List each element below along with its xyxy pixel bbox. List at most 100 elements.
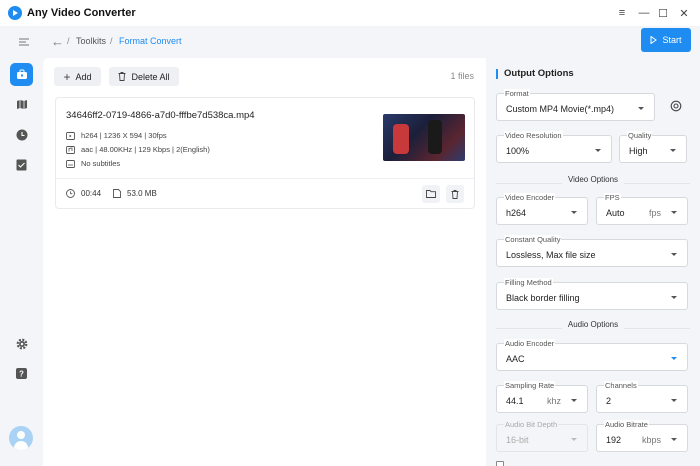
title-bar: Any Video Converter ≡ — ☐ ✕: [0, 0, 700, 26]
chevron-down-icon: [571, 211, 577, 214]
breadcrumb-separator: /: [67, 36, 70, 46]
minimize-button[interactable]: —: [636, 5, 652, 21]
chevron-down-icon: [671, 357, 677, 360]
breadcrumb-current: Format Convert: [119, 36, 182, 46]
fps-unit: fps: [649, 208, 662, 218]
left-rail: ?: [0, 26, 43, 466]
duration: 00:44: [66, 189, 101, 198]
file-icon: [113, 189, 121, 198]
back-arrow-icon[interactable]: ←: [51, 34, 64, 49]
format-label: Format: [504, 89, 530, 98]
quality-select[interactable]: Quality High: [619, 131, 687, 163]
svg-text:?: ?: [19, 370, 24, 379]
sampling-rate-select[interactable]: Sampling Rate 44.1 khz: [496, 381, 588, 413]
add-label: Add: [75, 71, 92, 82]
chevron-down-icon: [571, 399, 577, 402]
plus-icon: +: [63, 69, 71, 84]
chevron-down-icon: [671, 296, 677, 299]
format-settings-icon[interactable]: [669, 99, 683, 113]
add-button[interactable]: + Add: [54, 67, 101, 86]
file-card[interactable]: 34646ff2-0719-4866-a7d0-fffbe7d538ca.mp4…: [55, 97, 475, 209]
audio-bitrate-select[interactable]: Audio Bitrate 192 kbps: [596, 420, 688, 452]
video-encoder-label: Video Encoder: [504, 193, 556, 202]
settings-icon[interactable]: [10, 332, 33, 355]
constant-quality-select[interactable]: Constant Quality Lossless, Max file size: [496, 235, 688, 267]
audio-info-row: aac | 48.00KHz | 129 Kbps | 2(English): [66, 145, 210, 154]
help-icon[interactable]: ?: [10, 362, 33, 385]
start-button[interactable]: Start: [641, 28, 691, 52]
video-encoder-select[interactable]: Video Encoder h264: [496, 193, 588, 225]
filling-method-label: Filling Method: [504, 278, 553, 287]
open-folder-button[interactable]: [422, 185, 440, 203]
constant-quality-label: Constant Quality: [504, 235, 562, 244]
chevron-down-icon: [671, 211, 677, 214]
clock-icon[interactable]: [10, 123, 33, 146]
audio-options-heading: Audio Options: [486, 320, 700, 329]
chevron-down-icon: [671, 438, 677, 441]
trash-icon: [451, 189, 459, 199]
duration-value: 00:44: [81, 189, 102, 198]
sampling-rate-label: Sampling Rate: [504, 381, 556, 390]
breadcrumb-toolkits[interactable]: Toolkits: [76, 36, 106, 46]
breadcrumb-separator: /: [110, 36, 113, 46]
sampling-rate-unit: khz: [547, 396, 562, 406]
toolbox-icon[interactable]: [10, 63, 33, 86]
delete-all-button[interactable]: Delete All: [109, 67, 179, 86]
fps-select[interactable]: FPS Auto fps: [596, 193, 688, 225]
map-icon[interactable]: [10, 93, 33, 116]
subtitle-icon: [66, 159, 75, 168]
audio-bit-depth-label: Audio Bit Depth: [504, 420, 559, 429]
chevron-down-icon: [571, 438, 577, 441]
channels-select[interactable]: Channels 2: [596, 381, 688, 413]
file-list-panel: + Add Delete All 1 files 34646ff2-0719-4…: [43, 58, 486, 466]
play-icon: [650, 36, 658, 44]
checklist-icon[interactable]: [10, 153, 33, 176]
trash-icon: [118, 72, 126, 81]
collapse-sidebar-icon[interactable]: [12, 30, 35, 53]
audio-encoder-select[interactable]: Audio Encoder AAC: [496, 339, 688, 371]
option-checkbox[interactable]: [496, 461, 504, 466]
chevron-down-icon: [670, 149, 676, 152]
audio-bit-depth-select: Audio Bit Depth 16-bit: [496, 420, 588, 452]
audio-bitrate-unit: kbps: [642, 435, 662, 445]
audio-bit-depth-value: 16-bit: [506, 435, 529, 445]
clock-icon: [66, 189, 75, 198]
output-options-panel: Output Options Format Custom MP4 Movie(*…: [486, 58, 700, 466]
folder-icon: [426, 190, 436, 198]
subtitle-info-row: No subtitles: [66, 159, 120, 168]
video-icon: [66, 131, 75, 140]
close-button[interactable]: ✕: [676, 5, 692, 21]
video-resolution-select[interactable]: Video Resolution 100%: [496, 131, 612, 163]
chevron-down-icon: [638, 107, 644, 110]
app-logo-icon: [8, 6, 22, 20]
start-label: Start: [662, 35, 682, 45]
video-resolution-value: 100%: [506, 146, 530, 156]
video-thumbnail[interactable]: [383, 114, 465, 161]
fps-value: Auto: [606, 208, 625, 218]
audio-bitrate-label: Audio Bitrate: [604, 420, 649, 429]
delete-all-label: Delete All: [131, 71, 170, 82]
audio-encoder-value: AAC: [506, 354, 525, 364]
breadcrumb-bar: ← / Toolkits / Format Convert Start: [43, 26, 700, 58]
video-resolution-label: Video Resolution: [504, 131, 563, 140]
file-size-value: 53.0 MB: [127, 189, 157, 198]
delete-file-button[interactable]: [446, 185, 464, 203]
chevron-down-icon: [671, 253, 677, 256]
chevron-down-icon: [671, 399, 677, 402]
file-size: 53.0 MB: [113, 189, 157, 198]
video-info-row: h264 | 1236 X 594 | 30fps: [66, 131, 167, 140]
avatar-icon[interactable]: [9, 426, 33, 450]
maximize-button[interactable]: ☐: [655, 5, 671, 21]
audio-icon: [66, 145, 75, 154]
sampling-rate-value: 44.1: [506, 396, 524, 406]
menu-icon[interactable]: ≡: [614, 5, 630, 21]
chevron-down-icon: [595, 149, 601, 152]
quality-value: High: [629, 146, 648, 156]
fps-label: FPS: [604, 193, 621, 202]
format-value: Custom MP4 Movie(*.mp4): [506, 104, 615, 114]
filling-method-select[interactable]: Filling Method Black border filling: [496, 278, 688, 310]
subtitle-info: No subtitles: [81, 159, 121, 168]
channels-value: 2: [606, 396, 612, 406]
format-select[interactable]: Format Custom MP4 Movie(*.mp4): [496, 89, 655, 121]
options-title: Output Options: [496, 69, 574, 79]
